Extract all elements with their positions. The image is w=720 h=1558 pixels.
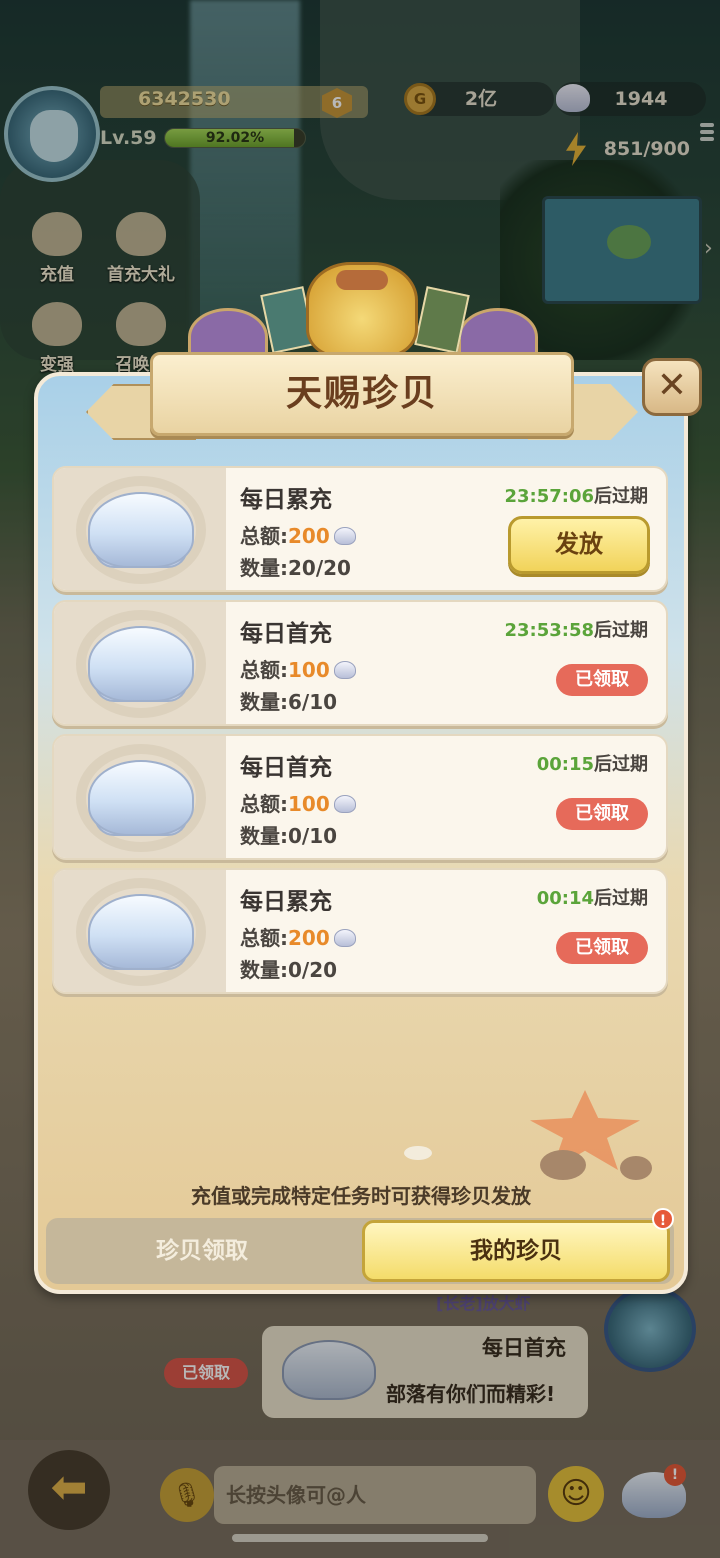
card-total: 总额:200: [240, 922, 356, 951]
shell-icon: [333, 795, 356, 813]
expiry-timer: 00:14后过期: [536, 888, 648, 909]
clam-icon: [88, 626, 194, 702]
count-value: 6/10: [288, 690, 338, 714]
notification-badge: !: [652, 1208, 674, 1230]
shell-icon: [333, 661, 356, 679]
close-button[interactable]: ✕: [642, 358, 702, 416]
tab-claim-shells[interactable]: 珍贝领取: [46, 1218, 358, 1284]
card-name: 每日首充: [240, 755, 332, 781]
clam-icon: [88, 894, 194, 970]
claimed-badge: 已领取: [556, 664, 648, 696]
total-amount: 200: [288, 524, 330, 548]
claimed-badge: 已领取: [556, 932, 648, 964]
card-count: 数量:20/20: [240, 556, 351, 580]
count-value: 0/20: [288, 958, 338, 982]
send-button[interactable]: 发放: [508, 516, 650, 574]
card-count: 数量:6/10: [240, 690, 338, 714]
shell-icon: [333, 527, 356, 545]
stone-decoration: [620, 1156, 652, 1180]
card-count: 数量:0/10: [240, 824, 338, 848]
bag-knot: [336, 270, 388, 290]
hint-text: 充值或完成特定任务时可获得珍贝发放: [191, 1184, 531, 1208]
close-icon: ✕: [656, 365, 688, 406]
stone-decoration: [540, 1150, 586, 1180]
card-total: 总额:200: [240, 520, 356, 549]
card-count: 数量:0/20: [240, 958, 338, 982]
tab-my-shells[interactable]: 我的珍贝: [362, 1220, 670, 1282]
shell-thumbnail: [54, 736, 226, 858]
modal-title: 天赐珍贝: [285, 373, 438, 414]
total-amount: 200: [288, 926, 330, 950]
card-name: 每日累充: [240, 487, 332, 513]
claimed-badge: 已领取: [556, 798, 648, 830]
shell-card: 每日首充 总额:100 数量:6/10 23:53:58后过期 已领取: [52, 600, 668, 726]
clam-icon: [88, 760, 194, 836]
clam-icon: [88, 492, 194, 568]
count-value: 20/20: [288, 556, 351, 580]
expiry-timer: 00:15后过期: [536, 754, 648, 775]
card-name: 每日累充: [240, 889, 332, 915]
count-value: 0/10: [288, 824, 338, 848]
shell-card: 每日累充 总额:200 数量:20/20 23:57:06后过期 发放: [52, 466, 668, 592]
total-amount: 100: [288, 792, 330, 816]
pebble-decoration: [404, 1146, 432, 1160]
shell-thumbnail: [54, 870, 226, 992]
expiry-timer: 23:57:06后过期: [504, 486, 648, 507]
shell-thumbnail: [54, 468, 226, 590]
shell-card: 每日首充 总额:100 数量:0/10 00:15后过期 已领取: [52, 734, 668, 860]
expiry-timer: 23:53:58后过期: [504, 620, 648, 641]
card-name: 每日首充: [240, 621, 332, 647]
shell-icon: [333, 929, 356, 947]
card-total: 总额:100: [240, 788, 356, 817]
shell-thumbnail: [54, 602, 226, 724]
card-total: 总额:100: [240, 654, 356, 683]
total-amount: 100: [288, 658, 330, 682]
shell-card: 每日累充 总额:200 数量:0/20 00:14后过期 已领取: [52, 868, 668, 994]
